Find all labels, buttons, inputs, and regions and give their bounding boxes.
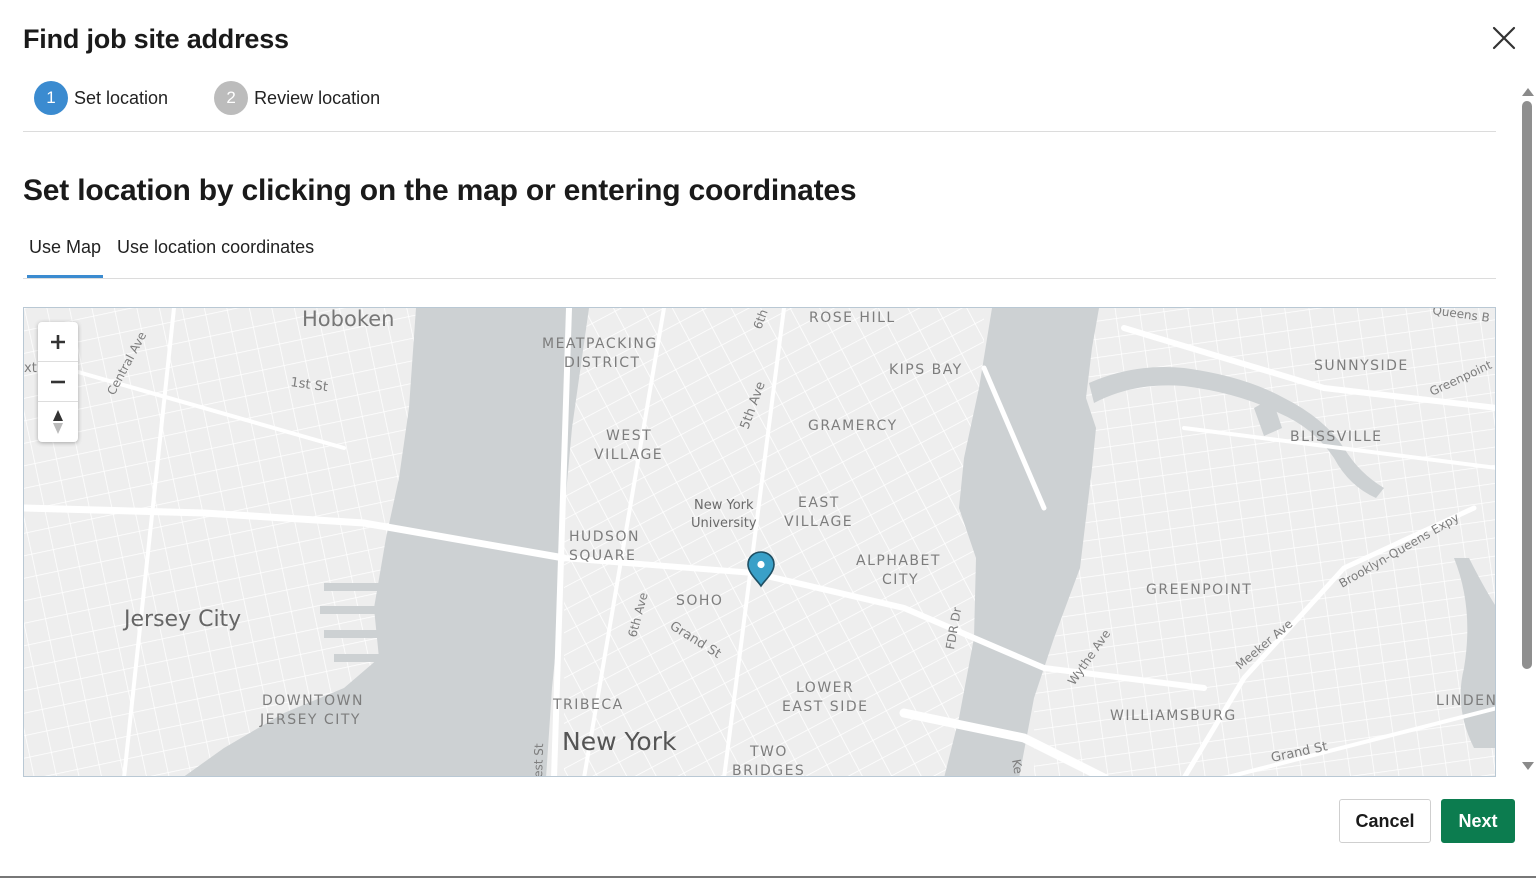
find-job-site-dialog: Find job site address 1 Set location 2 R… (0, 0, 1536, 878)
label-downtown-jc-line1: DOWNTOWN (262, 693, 364, 709)
next-button[interactable]: Next (1441, 799, 1515, 843)
label-lower-east-side-line2: EAST SIDE (782, 699, 868, 715)
label-two-bridges-line2: BRIDGES (732, 763, 805, 777)
label-tribeca: TRIBECA (552, 697, 624, 713)
step-label: Review location (254, 87, 381, 108)
label-west-st: est St (531, 743, 546, 777)
step-number-badge: 1 (34, 81, 68, 115)
step-review-location[interactable]: 2 Review location (214, 81, 380, 115)
reset-north-button[interactable] (38, 402, 78, 442)
tab-use-location-coordinates[interactable]: Use location coordinates (115, 234, 316, 278)
label-lower-east-side-line1: LOWER (796, 680, 854, 696)
label-sunnyside: SUNNYSIDE (1314, 358, 1409, 374)
compass-icon (53, 410, 63, 434)
divider (23, 131, 1496, 132)
zoom-in-button[interactable] (38, 322, 78, 362)
label-west-village-line2: VILLAGE (594, 447, 663, 463)
plus-icon (51, 334, 65, 349)
zoom-out-button[interactable] (38, 362, 78, 402)
label-alphabet-city-line1: ALPHABET (856, 553, 941, 569)
close-icon (1492, 26, 1516, 50)
label-rose-hill: ROSE HILL (809, 310, 896, 326)
tab-use-map[interactable]: Use Map (27, 234, 104, 278)
label-nyu-line2: University (691, 516, 757, 531)
stepper: 1 Set location 2 Review location (34, 81, 426, 115)
scroll-down-arrow-icon[interactable] (1522, 762, 1534, 770)
label-hudson-square-line2: SQUARE (569, 548, 636, 564)
step-label: Set location (74, 87, 169, 108)
map-canvas[interactable]: Hoboken Central Ave 1st St xt MEATPACKIN… (23, 307, 1496, 777)
label-jersey-city: Jersey City (122, 607, 241, 632)
divider (23, 278, 1496, 279)
dialog-title: Find job site address (23, 24, 289, 54)
scroll-up-arrow-icon[interactable] (1522, 88, 1534, 96)
label-new-york: New York (562, 727, 677, 756)
label-nyu-line1: New York (694, 498, 754, 513)
label-meatpacking-line1: MEATPACKING (542, 336, 658, 352)
label-gramercy: GRAMERCY (808, 418, 898, 434)
label-ke: Ke (1009, 758, 1025, 775)
close-button[interactable] (1490, 24, 1518, 52)
dialog-scrollbar[interactable] (1519, 84, 1536, 776)
label-hoboken: Hoboken (302, 308, 394, 331)
label-linden: LINDEN (1436, 693, 1496, 709)
minus-icon (51, 380, 65, 383)
section-heading: Set location by clicking on the map or e… (23, 174, 857, 207)
label-meatpacking-line2: DISTRICT (564, 355, 641, 371)
label-greenpoint: GREENPOINT (1146, 582, 1252, 598)
map-zoom-controls (38, 322, 78, 442)
map-tiles: Hoboken Central Ave 1st St xt MEATPACKIN… (24, 308, 1496, 777)
label-hudson-square-line1: HUDSON (569, 529, 640, 545)
label-east-village-line2: VILLAGE (784, 514, 853, 530)
location-tabs: Use Map Use location coordinates (27, 234, 328, 278)
label-kips-bay: KIPS BAY (889, 362, 963, 378)
label-williamsburg: WILLIAMSBURG (1110, 708, 1237, 724)
label-downtown-jc-line2: JERSEY CITY (259, 712, 361, 728)
label-two-bridges-line1: TWO (749, 744, 788, 760)
label-blissville: BLISSVILLE (1290, 429, 1382, 445)
cancel-button[interactable]: Cancel (1339, 799, 1431, 843)
step-number-badge: 2 (214, 81, 249, 115)
label-xt: xt (24, 361, 37, 376)
step-set-location[interactable]: 1 Set location (34, 81, 168, 115)
label-alphabet-city-line2: CITY (882, 572, 919, 588)
label-soho: SOHO (676, 593, 723, 609)
label-west-village-line1: WEST (606, 428, 652, 444)
scroll-thumb[interactable] (1522, 101, 1532, 669)
label-east-village-line1: EAST (798, 495, 840, 511)
